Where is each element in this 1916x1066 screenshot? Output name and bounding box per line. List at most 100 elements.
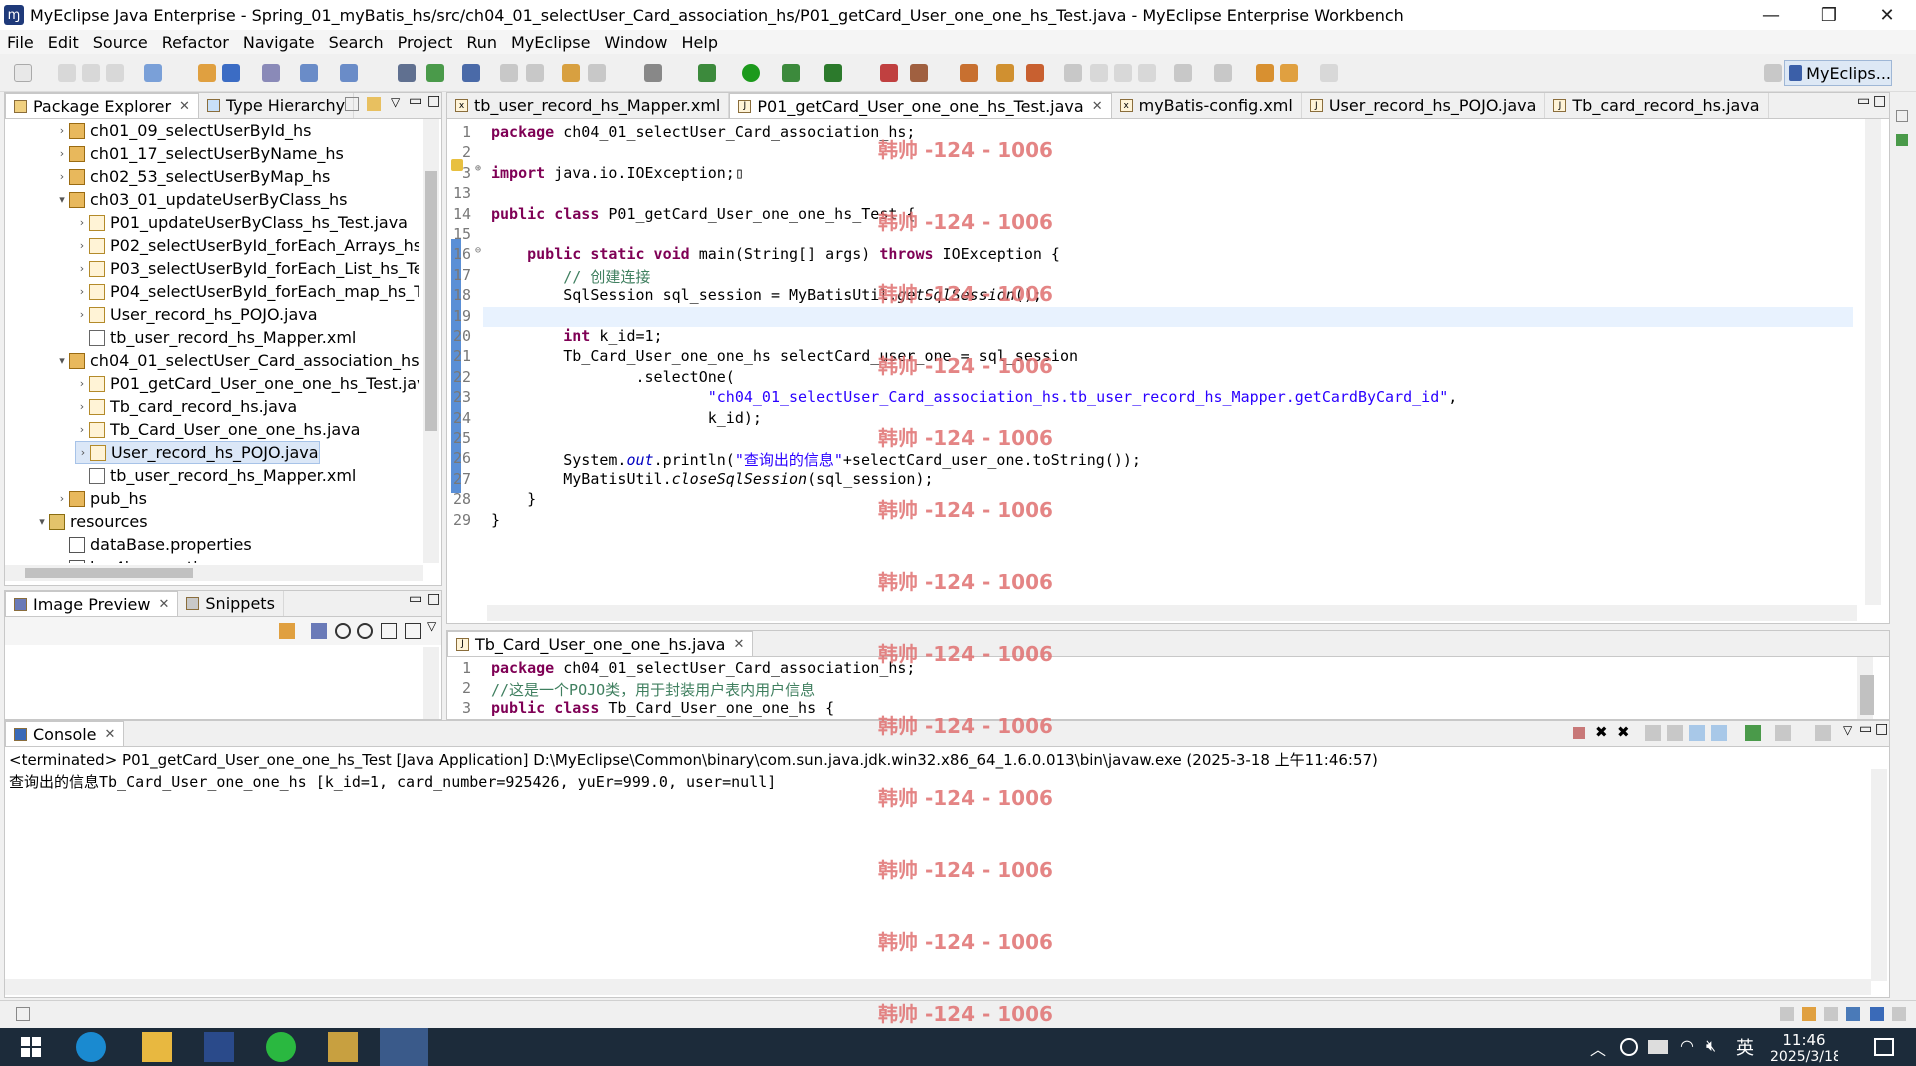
tree-item[interactable]: › ch01_17_selectUserByName_hs [55,142,344,165]
chevron-right-icon[interactable]: › [75,285,89,298]
zoom-out-icon[interactable] [335,623,351,639]
tab-tb-card-user[interactable]: J Tb_Card_User_one_one_hs.java ✕ [447,631,754,656]
debug-icon[interactable] [698,64,716,82]
notification-icon[interactable] [1874,1038,1894,1056]
tree-hscroll-thumb[interactable] [25,568,193,578]
chevron-right-icon[interactable]: › [75,377,89,390]
menu-source[interactable]: Source [86,33,155,52]
save-icon[interactable] [58,64,76,82]
code-line[interactable]: int k_id=1; [491,327,662,347]
tree-item[interactable]: › Tb_card_record_hs.java [75,395,297,418]
fit-icon[interactable] [311,623,327,639]
open-perspective-icon[interactable] [1764,64,1782,82]
tab-console[interactable]: Console ✕ [5,721,125,746]
code-line[interactable]: "ch04_01_selectUser_Card_association_hs.… [491,388,1458,408]
status-console-icon[interactable] [1870,1007,1884,1021]
tree-item[interactable]: ▾ resources [35,510,147,533]
status-tool-icon[interactable] [1780,1007,1794,1021]
search-tool-icon[interactable] [960,64,978,82]
open-resource-icon[interactable] [526,64,544,82]
tab-snippets[interactable]: Snippets [178,591,284,616]
edge-browser-icon[interactable] [76,1032,106,1062]
restore-icon[interactable] [1896,110,1908,122]
minimize-view-icon[interactable]: ▭ [409,93,422,109]
coverage-icon[interactable] [782,64,800,82]
tree-item[interactable]: ▾ ch04_01_selectUser_Card_association_hs [55,349,419,372]
chevron-right-icon[interactable]: › [55,147,69,160]
chevron-right-icon[interactable]: › [75,216,89,229]
maximize-editor-icon[interactable]: □ [1873,93,1886,109]
maximize-button[interactable]: ❒ [1800,0,1858,30]
terminate-icon[interactable] [1573,727,1585,739]
code-line[interactable]: package ch04_01_selectUser_Card_associat… [491,659,915,679]
wechat-icon[interactable] [266,1032,296,1062]
tree-item[interactable]: › P04_selectUserById_forEach_map_hs_Test.… [75,280,419,303]
annotation-icon[interactable] [1064,64,1082,82]
toggle-mark-icon[interactable] [1114,64,1132,82]
dev-cpp-icon[interactable] [204,1032,234,1062]
maximize-view-icon[interactable]: □ [427,93,440,109]
tab-type-hierarchy[interactable]: Type Hierarchy [199,93,355,118]
menu-window[interactable]: Window [597,33,674,52]
console-vertical-scrollbar[interactable] [1871,769,1887,981]
view-menu-icon[interactable]: ▽ [391,95,400,109]
web-icon[interactable] [426,64,444,82]
collapse-all-icon[interactable] [345,97,359,111]
preview-vertical-scrollbar[interactable] [423,647,439,719]
tree-item[interactable]: › P01_getCard_User_one_one_hs_Test.java [75,372,419,395]
menu-search[interactable]: Search [322,33,391,52]
refresh-icon[interactable] [279,623,295,639]
perspective-switcher[interactable]: MyEclips... [1784,60,1892,86]
tree-item[interactable]: › Tb_Card_User_one_one_hs.java [75,418,361,441]
chevron-right-icon[interactable]: › [75,400,89,413]
code-line[interactable]: System.out.println("查询出的信息"+selectCard_u… [491,449,1141,469]
paint-icon[interactable] [328,1032,358,1062]
battery-icon[interactable] [1648,1040,1668,1054]
chevron-right-icon[interactable]: › [55,170,69,183]
code-line[interactable]: } [491,511,500,531]
tree-item[interactable]: › pub_hs [55,487,147,510]
pin-icon[interactable] [1090,64,1108,82]
actual-size-icon[interactable] [381,623,397,639]
code-line[interactable] [483,306,1853,327]
show-on-output-icon[interactable] [1689,725,1705,741]
new-icon[interactable] [14,64,32,82]
tree-item[interactable]: dataBase.properties [55,533,252,556]
fold-expand-icon[interactable]: ⊕ [475,163,481,174]
browser-icon[interactable] [398,64,416,82]
code-area[interactable]: 1 package ch04_01_selectUser_Card_associa… [447,119,1857,605]
ime-indicator[interactable]: 英 [1736,1034,1754,1060]
close-icon[interactable]: ✕ [1092,99,1103,114]
close-button[interactable]: ✕ [1858,0,1916,30]
tree-horizontal-scrollbar[interactable] [5,565,423,581]
code-line[interactable]: .selectOne( [491,368,734,388]
tree-item[interactable]: tb_user_record_hs_Mapper.xml [75,464,356,487]
close-icon[interactable]: ✕ [179,99,190,114]
wifi-icon[interactable]: ◠ [1680,1036,1694,1055]
show-hidden-icons-icon[interactable]: ︿ [1590,1036,1606,1060]
close-icon[interactable]: ✕ [733,637,744,652]
tab-image-preview[interactable]: Image Preview ✕ [5,591,179,616]
code-line[interactable]: MyBatisUtil.closeSqlSession(sql_session)… [491,470,933,490]
run-server-icon[interactable] [340,64,358,82]
chevron-right-icon[interactable]: › [75,308,89,321]
show-on-error-icon[interactable] [1711,725,1727,741]
maximize-view-icon[interactable]: □ [1875,721,1888,737]
package-icon[interactable] [198,64,216,82]
open-console-icon[interactable] [1815,725,1831,741]
editor-tab[interactable]: J Tb_card_record_hs.java [1545,93,1769,118]
clock-time[interactable]: 11:46 [1770,1031,1838,1049]
clock-date[interactable]: 2025/3/18 [1770,1049,1838,1066]
link-editor-icon[interactable] [367,97,381,111]
console-horizontal-scrollbar[interactable] [5,979,1871,995]
myeclipse-taskbar-icon[interactable] [380,1028,428,1066]
pin-console-icon[interactable] [1745,725,1761,741]
status-tasks-icon[interactable] [1824,1007,1838,1021]
code-line[interactable]: // 创建连接 [491,266,650,286]
database-icon[interactable] [262,64,280,82]
next-annotation-icon[interactable] [1174,64,1192,82]
minimize-editor-icon[interactable]: ▭ [1857,93,1870,109]
save-all-icon[interactable] [82,64,100,82]
tree-item[interactable]: › ch01_09_selectUserById_hs [55,119,312,142]
tree-scroll-thumb[interactable] [425,171,437,431]
